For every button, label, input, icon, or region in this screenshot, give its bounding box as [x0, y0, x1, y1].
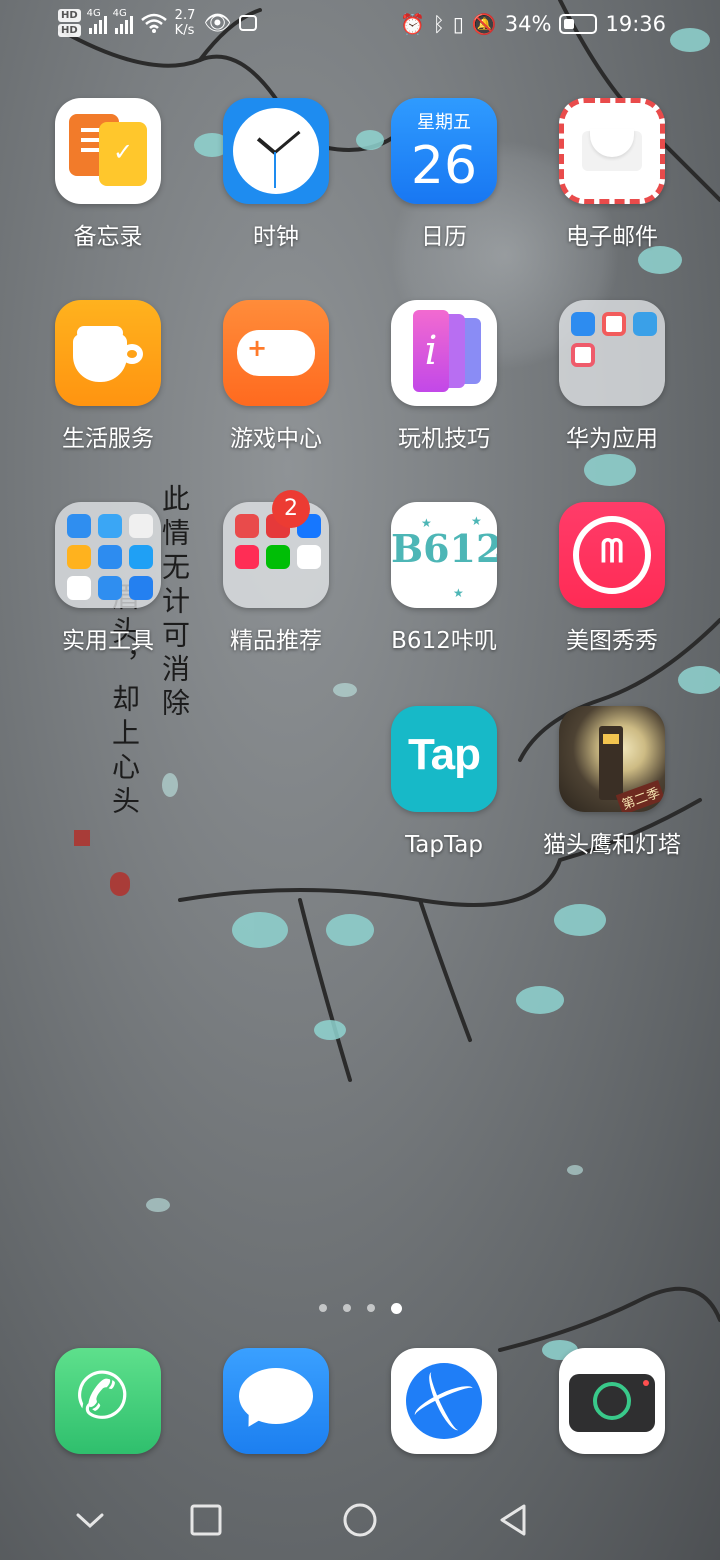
app-label: 日历: [421, 224, 467, 250]
battery-percent: 34%: [504, 12, 552, 36]
bluetooth-icon: ᛒ: [432, 12, 445, 36]
app-owl-and-lighthouse[interactable]: 第二季 猫头鹰和灯塔: [532, 706, 692, 860]
clock-time: 19:36: [605, 12, 666, 36]
app-label: TapTap: [405, 832, 483, 858]
page-dot-active: [390, 1303, 402, 1314]
seal-stamp: [110, 872, 130, 896]
home-circle-icon[interactable]: [340, 1500, 380, 1540]
lighthouse-icon: 第二季: [559, 706, 665, 812]
app-label: 备忘录: [73, 224, 143, 250]
wifi-icon: [140, 13, 167, 33]
clock-icon: [223, 98, 329, 204]
mute-bell-icon: 🔕: [471, 12, 497, 36]
signal-icon-sim1: 4G: [87, 8, 107, 34]
app-life-services[interactable]: 生活服务: [28, 300, 188, 454]
folder-recommended[interactable]: 2 精品推荐: [196, 490, 356, 656]
tv-app-icon: [239, 15, 258, 31]
page-dot: [342, 1304, 351, 1312]
folder-utilities[interactable]: 实用工具: [28, 502, 188, 656]
app-label: 游戏中心: [230, 426, 322, 452]
calendar-day: 26: [410, 136, 478, 196]
app-label: 猫头鹰和灯塔: [543, 832, 681, 858]
app-label: 生活服务: [62, 426, 154, 452]
collapse-down-icon[interactable]: [70, 1500, 110, 1540]
mail-icon: [559, 98, 665, 204]
app-label: 精品推荐: [230, 628, 322, 654]
notification-badge: 2: [272, 490, 310, 528]
b612-logo: B612: [391, 526, 497, 571]
globe-icon: [406, 1363, 482, 1439]
gamepad-icon: +● ●● ●: [223, 300, 329, 406]
app-email[interactable]: 电子邮件: [532, 98, 692, 252]
hd-voice-indicator-2: HD: [58, 24, 81, 37]
app-label: 时钟: [253, 224, 299, 250]
dock-browser[interactable]: [391, 1348, 497, 1454]
folder-huawei-apps[interactable]: 华为应用: [532, 300, 692, 454]
taptap-icon: Tap: [391, 706, 497, 812]
app-label: 实用工具: [62, 628, 154, 654]
b612-icon: ★ ★ ★ B612: [391, 502, 497, 608]
taptap-logo: Tap: [408, 730, 481, 779]
app-label: 华为应用: [566, 426, 658, 452]
dock-phone[interactable]: ✆: [55, 1348, 161, 1454]
seal-stamp: [74, 830, 90, 846]
app-meitu[interactable]: ᗰ 美图秀秀: [532, 502, 692, 656]
dock-camera[interactable]: [559, 1348, 665, 1454]
folder-icon: [559, 300, 665, 406]
alarm-icon: ⏰: [399, 12, 425, 36]
coffee-cup-icon: [55, 300, 161, 406]
app-game-center[interactable]: +● ●● ● 游戏中心: [196, 300, 356, 454]
page-indicator: [0, 1303, 720, 1314]
dock-messages[interactable]: [223, 1348, 329, 1454]
app-tips[interactable]: i 玩机技巧: [364, 300, 524, 454]
app-clock[interactable]: 时钟: [196, 98, 356, 252]
page-dot: [318, 1304, 327, 1312]
meitu-icon: ᗰ: [559, 502, 665, 608]
back-triangle-icon[interactable]: [494, 1500, 534, 1540]
status-bar: HD HD 4G 4G 2.7 K/s 👁 ⏰ ᛒ ▯ 🔕 34% 19:36: [0, 0, 720, 56]
app-label: 电子邮件: [566, 224, 658, 250]
hd-voice-indicator-1: HD: [58, 9, 81, 22]
memo-icon: [55, 98, 161, 204]
app-calendar[interactable]: 星期五 26 日历: [364, 98, 524, 252]
app-label: B612咔叽: [391, 628, 497, 654]
eye-comfort-icon: 👁: [203, 10, 232, 36]
app-memo[interactable]: 备忘录: [28, 98, 188, 252]
recents-square-icon[interactable]: [186, 1500, 226, 1540]
app-taptap[interactable]: Tap TapTap: [364, 706, 524, 860]
app-label: 玩机技巧: [398, 426, 490, 452]
app-label: 美图秀秀: [566, 628, 658, 654]
tips-icon: i: [391, 300, 497, 406]
page-dot: [366, 1304, 375, 1312]
app-b612[interactable]: ★ ★ ★ B612 B612咔叽: [364, 502, 524, 656]
signal-icon-sim2: 4G: [113, 8, 133, 34]
calendar-icon: 星期五 26: [391, 98, 497, 204]
folder-icon: [55, 502, 161, 608]
phone-icon: ✆: [68, 1355, 135, 1439]
battery-icon: [559, 14, 598, 34]
network-speed: 2.7 K/s: [174, 8, 196, 38]
calendar-weekday: 星期五: [417, 112, 471, 133]
navigation-bar: [0, 1480, 720, 1560]
vibrate-icon: ▯: [452, 12, 464, 36]
season-tag: 第二季: [615, 779, 665, 812]
